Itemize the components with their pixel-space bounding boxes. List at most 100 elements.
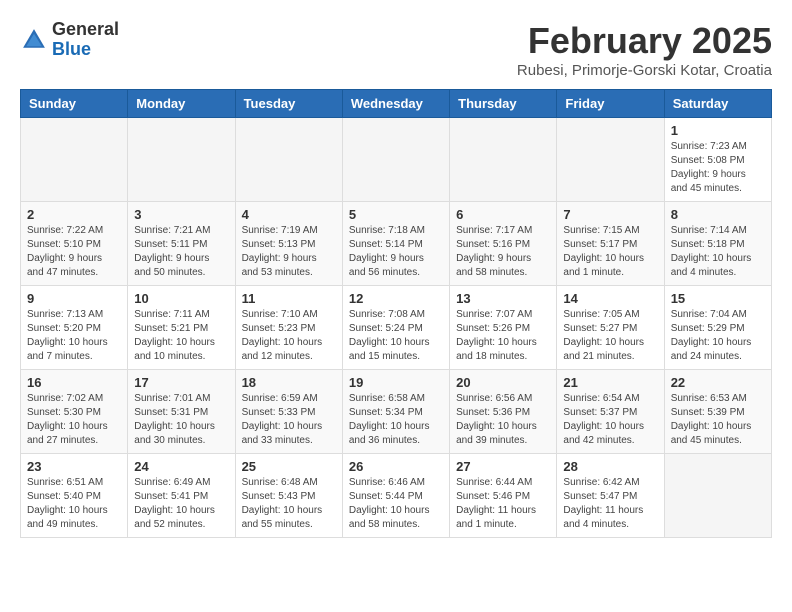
day-cell: 26 Sunrise: 6:46 AM Sunset: 5:44 PM Dayli… <box>342 454 449 538</box>
weekday-header-tuesday: Tuesday <box>235 90 342 118</box>
day-info: Sunrise: 7:17 AM Sunset: 5:16 PM Dayligh… <box>456 224 550 280</box>
day-number: 23 <box>27 459 121 474</box>
day-number: 11 <box>242 291 336 306</box>
day-cell: 17 Sunrise: 7:01 AM Sunset: 5:31 PM Dayli… <box>128 370 235 454</box>
day-number: 1 <box>671 123 765 138</box>
day-cell <box>128 118 235 202</box>
day-info: Sunrise: 7:05 AM Sunset: 5:27 PM Dayligh… <box>563 308 657 364</box>
day-number: 27 <box>456 459 550 474</box>
weekday-header-row: SundayMondayTuesdayWednesdayThursdayFrid… <box>21 90 772 118</box>
day-info: Sunrise: 6:44 AM Sunset: 5:46 PM Dayligh… <box>456 476 550 532</box>
day-number: 13 <box>456 291 550 306</box>
weekday-header-monday: Monday <box>128 90 235 118</box>
week-row-1: 1 Sunrise: 7:23 AM Sunset: 5:08 PM Daylig… <box>21 118 772 202</box>
title-area: February 2025 Rubesi, Primorje-Gorski Ko… <box>517 20 772 79</box>
day-cell: 25 Sunrise: 6:48 AM Sunset: 5:43 PM Dayli… <box>235 454 342 538</box>
day-cell: 23 Sunrise: 6:51 AM Sunset: 5:40 PM Dayli… <box>21 454 128 538</box>
day-number: 16 <box>27 375 121 390</box>
day-info: Sunrise: 6:53 AM Sunset: 5:39 PM Dayligh… <box>671 392 765 448</box>
calendar-subtitle: Rubesi, Primorje-Gorski Kotar, Croatia <box>517 62 772 79</box>
day-number: 10 <box>134 291 228 306</box>
day-cell: 9Sunrise: 7:13 AM Sunset: 5:20 PM Daylig… <box>21 286 128 370</box>
day-number: 3 <box>134 207 228 222</box>
day-info: Sunrise: 7:21 AM Sunset: 5:11 PM Dayligh… <box>134 224 228 280</box>
page-header: General Blue February 2025 Rubesi, Primo… <box>20 20 772 79</box>
day-cell: 10Sunrise: 7:11 AM Sunset: 5:21 PM Dayli… <box>128 286 235 370</box>
day-cell: 4 Sunrise: 7:19 AM Sunset: 5:13 PM Daylig… <box>235 202 342 286</box>
day-cell: 5 Sunrise: 7:18 AM Sunset: 5:14 PM Daylig… <box>342 202 449 286</box>
day-number: 26 <box>349 459 443 474</box>
day-number: 4 <box>242 207 336 222</box>
day-number: 25 <box>242 459 336 474</box>
weekday-header-saturday: Saturday <box>664 90 771 118</box>
day-cell: 6 Sunrise: 7:17 AM Sunset: 5:16 PM Daylig… <box>450 202 557 286</box>
day-info: Sunrise: 6:56 AM Sunset: 5:36 PM Dayligh… <box>456 392 550 448</box>
day-cell: 8 Sunrise: 7:14 AM Sunset: 5:18 PM Daylig… <box>664 202 771 286</box>
day-number: 8 <box>671 207 765 222</box>
day-info: Sunrise: 7:19 AM Sunset: 5:13 PM Dayligh… <box>242 224 336 280</box>
day-info: Sunrise: 6:48 AM Sunset: 5:43 PM Dayligh… <box>242 476 336 532</box>
day-number: 22 <box>671 375 765 390</box>
week-row-5: 23 Sunrise: 6:51 AM Sunset: 5:40 PM Dayli… <box>21 454 772 538</box>
day-info: Sunrise: 6:51 AM Sunset: 5:40 PM Dayligh… <box>27 476 121 532</box>
day-info: Sunrise: 7:15 AM Sunset: 5:17 PM Dayligh… <box>563 224 657 280</box>
day-info: Sunrise: 7:18 AM Sunset: 5:14 PM Dayligh… <box>349 224 443 280</box>
day-cell: 11Sunrise: 7:10 AM Sunset: 5:23 PM Dayli… <box>235 286 342 370</box>
day-number: 7 <box>563 207 657 222</box>
logo-text: General Blue <box>52 20 119 60</box>
day-info: Sunrise: 6:54 AM Sunset: 5:37 PM Dayligh… <box>563 392 657 448</box>
day-number: 6 <box>456 207 550 222</box>
day-cell: 19 Sunrise: 6:58 AM Sunset: 5:34 PM Dayli… <box>342 370 449 454</box>
day-number: 14 <box>563 291 657 306</box>
day-cell: 14 Sunrise: 7:05 AM Sunset: 5:27 PM Dayli… <box>557 286 664 370</box>
day-number: 15 <box>671 291 765 306</box>
day-info: Sunrise: 6:49 AM Sunset: 5:41 PM Dayligh… <box>134 476 228 532</box>
day-info: Sunrise: 7:14 AM Sunset: 5:18 PM Dayligh… <box>671 224 765 280</box>
weekday-header-friday: Friday <box>557 90 664 118</box>
day-cell: 15 Sunrise: 7:04 AM Sunset: 5:29 PM Dayli… <box>664 286 771 370</box>
day-cell: 3 Sunrise: 7:21 AM Sunset: 5:11 PM Daylig… <box>128 202 235 286</box>
day-number: 18 <box>242 375 336 390</box>
day-info: Sunrise: 7:02 AM Sunset: 5:30 PM Dayligh… <box>27 392 121 448</box>
day-number: 5 <box>349 207 443 222</box>
calendar-table: SundayMondayTuesdayWednesdayThursdayFrid… <box>20 89 772 538</box>
day-cell: 7 Sunrise: 7:15 AM Sunset: 5:17 PM Daylig… <box>557 202 664 286</box>
day-number: 19 <box>349 375 443 390</box>
day-cell: 12 Sunrise: 7:08 AM Sunset: 5:24 PM Dayli… <box>342 286 449 370</box>
day-info: Sunrise: 7:01 AM Sunset: 5:31 PM Dayligh… <box>134 392 228 448</box>
day-info: Sunrise: 7:23 AM Sunset: 5:08 PM Dayligh… <box>671 140 765 196</box>
day-cell <box>21 118 128 202</box>
day-cell <box>450 118 557 202</box>
day-cell: 28Sunrise: 6:42 AM Sunset: 5:47 PM Dayli… <box>557 454 664 538</box>
day-info: Sunrise: 7:07 AM Sunset: 5:26 PM Dayligh… <box>456 308 550 364</box>
day-number: 20 <box>456 375 550 390</box>
day-cell: 22 Sunrise: 6:53 AM Sunset: 5:39 PM Dayli… <box>664 370 771 454</box>
day-number: 9 <box>27 291 121 306</box>
day-cell: 2Sunrise: 7:22 AM Sunset: 5:10 PM Daylig… <box>21 202 128 286</box>
day-cell: 13 Sunrise: 7:07 AM Sunset: 5:26 PM Dayli… <box>450 286 557 370</box>
weekday-header-thursday: Thursday <box>450 90 557 118</box>
day-number: 17 <box>134 375 228 390</box>
calendar-title: February 2025 <box>517 20 772 62</box>
day-cell <box>235 118 342 202</box>
day-info: Sunrise: 7:22 AM Sunset: 5:10 PM Dayligh… <box>27 224 121 280</box>
day-cell: 18 Sunrise: 6:59 AM Sunset: 5:33 PM Dayli… <box>235 370 342 454</box>
day-info: Sunrise: 7:04 AM Sunset: 5:29 PM Dayligh… <box>671 308 765 364</box>
day-cell: 24Sunrise: 6:49 AM Sunset: 5:41 PM Dayli… <box>128 454 235 538</box>
day-cell: 21 Sunrise: 6:54 AM Sunset: 5:37 PM Dayli… <box>557 370 664 454</box>
day-info: Sunrise: 6:46 AM Sunset: 5:44 PM Dayligh… <box>349 476 443 532</box>
day-number: 12 <box>349 291 443 306</box>
day-info: Sunrise: 6:59 AM Sunset: 5:33 PM Dayligh… <box>242 392 336 448</box>
day-info: Sunrise: 6:58 AM Sunset: 5:34 PM Dayligh… <box>349 392 443 448</box>
weekday-header-sunday: Sunday <box>21 90 128 118</box>
day-info: Sunrise: 6:42 AM Sunset: 5:47 PM Dayligh… <box>563 476 657 532</box>
day-cell <box>664 454 771 538</box>
week-row-3: 9Sunrise: 7:13 AM Sunset: 5:20 PM Daylig… <box>21 286 772 370</box>
day-cell <box>342 118 449 202</box>
day-number: 21 <box>563 375 657 390</box>
day-info: Sunrise: 7:08 AM Sunset: 5:24 PM Dayligh… <box>349 308 443 364</box>
week-row-2: 2Sunrise: 7:22 AM Sunset: 5:10 PM Daylig… <box>21 202 772 286</box>
day-cell: 16 Sunrise: 7:02 AM Sunset: 5:30 PM Dayli… <box>21 370 128 454</box>
day-cell: 1 Sunrise: 7:23 AM Sunset: 5:08 PM Daylig… <box>664 118 771 202</box>
logo: General Blue <box>20 20 119 60</box>
